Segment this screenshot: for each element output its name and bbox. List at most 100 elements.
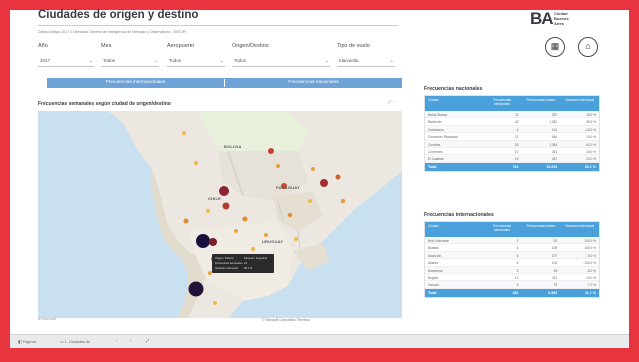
- table-cell: 4: [516, 261, 519, 266]
- home-icon: ⌂: [585, 41, 591, 51]
- column-header[interactable]: Variación interanual: [560, 96, 599, 111]
- bubble-point[interactable]: [206, 209, 210, 213]
- frequency-map[interactable]: BOLIVIA PARAGUAY CHILE URUGUAY: [38, 111, 402, 318]
- national-table-title: Frecuencias nacionales: [424, 86, 483, 92]
- table-cell: 100.0 %: [584, 246, 596, 251]
- bubble-point[interactable]: [311, 167, 315, 171]
- bubble-point[interactable]: [213, 301, 217, 305]
- filter-year-select[interactable]: 2017 ⌄: [38, 56, 94, 67]
- column-header[interactable]: Frecuencias semanales: [483, 222, 522, 237]
- column-header[interactable]: Frecuencias totales: [521, 96, 560, 111]
- column-header[interactable]: Frecuencias totales: [521, 222, 560, 237]
- column-header[interactable]: Frecuencias semanales: [483, 96, 522, 111]
- table-cell: 52: [553, 239, 558, 243]
- fullscreen-button[interactable]: ⤢: [146, 339, 149, 343]
- bubble-highlighted[interactable]: [188, 281, 204, 297]
- table-row[interactable]: Atlanta 4 104 -100.0 %: [425, 259, 599, 267]
- filter-flight-type-select[interactable]: Ida/vuelta ⌄: [337, 56, 395, 67]
- table-cell: 100.0 %: [584, 239, 596, 243]
- international-table-title: Frecuencias internacionales: [424, 212, 494, 218]
- bubble-point[interactable]: [276, 164, 280, 168]
- table-cell: Corrientes: [428, 149, 443, 154]
- bubble-point[interactable]: [308, 199, 312, 203]
- tooltip-key: Frecuencias semanales: [215, 262, 243, 265]
- table-cell: Barcelona: [428, 268, 443, 273]
- column-header[interactable]: Ciudad: [425, 96, 483, 111]
- table-row[interactable]: Cancún 3 78 -7.0 %: [425, 281, 599, 289]
- table-cell: 13.0 %: [586, 135, 596, 140]
- bubble-point[interactable]: [182, 131, 186, 135]
- table-cell: 55: [553, 268, 558, 273]
- tab-international[interactable]: Frecuencias internacionales: [47, 78, 224, 88]
- tab-national[interactable]: Frecuencias nacionales: [225, 78, 402, 88]
- table-row[interactable]: Brasilia 4 105 100.0 %: [425, 244, 599, 252]
- bubble-point[interactable]: [264, 233, 268, 237]
- table-row[interactable]: El Calafate 19 487 24.0 %: [425, 155, 599, 163]
- table-cell: 19: [514, 157, 519, 162]
- table-total-row: Total 436 9.582 11.7 %: [425, 288, 599, 297]
- chevron-down-icon: ⌄: [389, 58, 394, 64]
- table-cell: 4: [516, 246, 519, 251]
- table-row[interactable]: Belo Horizonte 2 52 100.0 %: [425, 237, 599, 245]
- bubble-point[interactable]: [268, 148, 274, 154]
- bubble-point[interactable]: [251, 247, 255, 251]
- table-cell: Catamarca: [428, 127, 444, 132]
- filter-airport-select[interactable]: Todos ⌄: [167, 56, 225, 67]
- home-button[interactable]: ⌂: [578, 37, 598, 57]
- bubble-point[interactable]: [294, 237, 298, 241]
- table-cell: Bahía Blanca: [428, 113, 447, 117]
- national-table[interactable]: Ciudad Frecuencias semanales Frecuencias…: [424, 95, 600, 172]
- table-row[interactable]: Comodoro Rivadavia 21 546 13.0 %: [425, 133, 599, 141]
- tooltip-value: 23: [244, 262, 247, 265]
- bubble-point[interactable]: [222, 202, 230, 210]
- bubble-point[interactable]: [340, 198, 346, 204]
- chevron-down-icon: ⌄: [88, 58, 93, 64]
- table-cell: 311: [552, 275, 558, 280]
- table-row[interactable]: Catamarca 4 104 -18.0 %: [425, 125, 599, 134]
- table-row[interactable]: Córdoba 53 1.384 62.0 %: [425, 140, 599, 148]
- bubble-sao-paulo[interactable]: [320, 179, 328, 187]
- pages-button[interactable]: ◧ Páginas: [18, 339, 36, 344]
- bubble-buenos-aires-large[interactable]: [196, 234, 210, 248]
- page-tab[interactable]: ▭ 1. Ciudades de: [60, 339, 90, 344]
- filter-month-select[interactable]: Todos ⌄: [101, 56, 159, 67]
- bubble-point[interactable]: [194, 161, 198, 165]
- bubble-cordoba[interactable]: [219, 186, 229, 196]
- table-cell: 546: [551, 135, 558, 140]
- table-total-row: Total 734 19.292 30.1 %: [425, 162, 599, 171]
- table-cell: Bogotá: [428, 275, 439, 280]
- table-row[interactable]: Corrientes 10 261 16.0 %: [425, 148, 599, 156]
- bubble-point[interactable]: [287, 212, 293, 218]
- table-cell: 3: [516, 283, 519, 288]
- table-row[interactable]: Bariloche 42 1.082 35.0 %: [425, 118, 599, 126]
- table-header[interactable]: Ciudad Frecuencias semanales Frecuencias…: [425, 96, 599, 111]
- column-header[interactable]: Ciudad: [425, 222, 483, 237]
- table-cell: 1.384: [549, 142, 558, 147]
- visual-options-icon[interactable]: ⤢ ···: [388, 99, 396, 104]
- bubble-point[interactable]: [234, 229, 238, 233]
- next-page-button[interactable]: ›: [130, 339, 131, 343]
- brand-text: Ciudad Buenos Aires: [554, 11, 569, 26]
- table-header[interactable]: Ciudad Frecuencias semanales Frecuencias…: [425, 222, 599, 237]
- bubble-point[interactable]: [242, 216, 248, 222]
- bubble-point[interactable]: [335, 174, 341, 180]
- table-row[interactable]: Barcelona 2 55 -8.0 %: [425, 266, 599, 274]
- tooltip-value: 88.1 %: [244, 267, 253, 270]
- map-zoom-control[interactable]: ⊞ Microsoft: [38, 317, 56, 321]
- table-row[interactable]: Bogotá 13 311 14.0 %: [425, 274, 599, 282]
- table-row[interactable]: Asunción 8 207 -9.0 %: [425, 251, 599, 260]
- country-label-bolivia: BOLIVIA: [224, 144, 242, 149]
- calendar-icon: ▦: [550, 41, 560, 51]
- table-cell: Atlanta: [428, 261, 438, 266]
- international-table[interactable]: Ciudad Frecuencias semanales Frecuencias…: [424, 221, 600, 298]
- table-cell: 1.082: [549, 120, 558, 125]
- filter-origin-select[interactable]: Todos ⌄: [232, 56, 330, 67]
- column-header[interactable]: Variación interanual: [560, 222, 599, 237]
- bubble-point[interactable]: [183, 218, 189, 224]
- table-cell: -18.0 %: [585, 127, 596, 132]
- bubble-point[interactable]: [209, 238, 217, 246]
- calendar-button[interactable]: ▦: [545, 37, 565, 57]
- table-row[interactable]: Bahía Blanca 11 287 18.0 %: [425, 111, 599, 119]
- table-cell: 18.0 %: [586, 113, 596, 117]
- prev-page-button[interactable]: ‹: [116, 339, 117, 343]
